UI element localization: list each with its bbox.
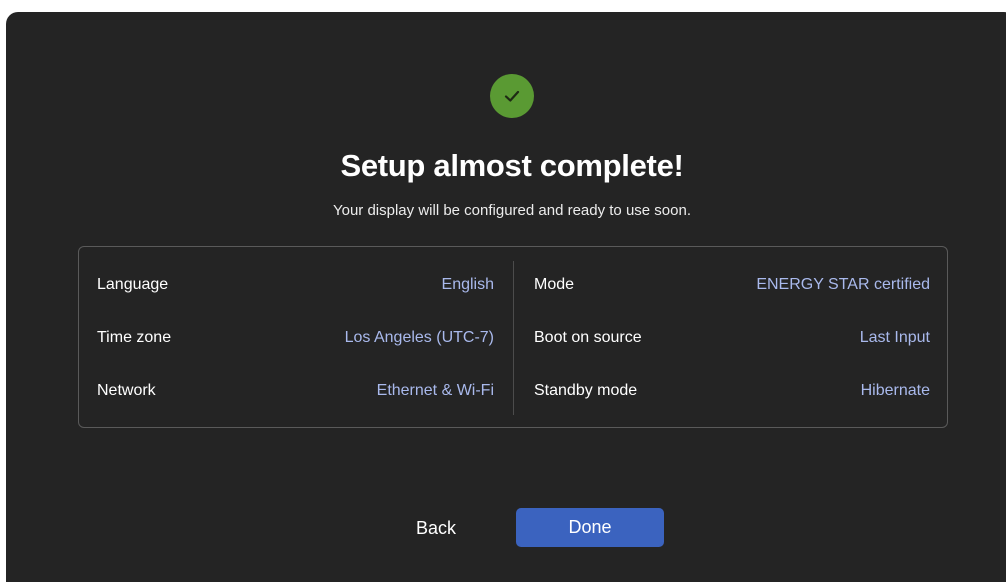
summary-label: Boot on source [534, 329, 642, 346]
summary-row-time-zone: Time zone Los Angeles (UTC-7) [97, 326, 494, 350]
summary-row-standby-mode: Standby mode Hibernate [534, 379, 930, 403]
setup-screen: Setup almost complete! Your display will… [6, 12, 1006, 582]
success-badge [490, 74, 534, 118]
summary-value: ENERGY STAR certified [756, 276, 930, 293]
summary-label: Language [97, 276, 169, 293]
summary-value: Ethernet & Wi-Fi [376, 382, 494, 399]
summary-row-language: Language English [97, 273, 494, 297]
summary-label: Time zone [97, 329, 172, 346]
checkmark-icon [504, 90, 520, 102]
summary-row-mode: Mode ENERGY STAR certified [534, 273, 930, 297]
summary-label: Mode [534, 276, 575, 293]
summary-value: English [441, 276, 494, 293]
summary-row-network: Network Ethernet & Wi-Fi [97, 379, 494, 403]
page-subtitle: Your display will be configured and read… [332, 202, 691, 219]
summary-label: Standby mode [534, 382, 638, 399]
back-button[interactable]: Back [386, 509, 486, 547]
page-title: Setup almost complete! [340, 148, 684, 183]
done-button[interactable]: Done [516, 508, 664, 547]
summary-row-boot-on-source: Boot on source Last Input [534, 326, 930, 350]
summary-value: Hibernate [860, 382, 930, 399]
settings-summary-panel: Language English Time zone Los Angeles (… [78, 246, 948, 428]
summary-value: Last Input [859, 329, 930, 346]
column-divider [513, 261, 514, 415]
summary-value: Los Angeles (UTC-7) [344, 329, 494, 346]
summary-label: Network [97, 382, 156, 399]
